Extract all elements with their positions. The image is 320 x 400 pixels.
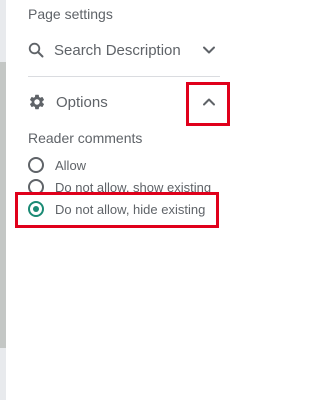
search-description-section[interactable]: Search Description (28, 37, 220, 63)
scrollbar-track[interactable] (0, 0, 6, 400)
divider (28, 76, 220, 77)
search-icon (28, 42, 44, 58)
search-description-label: Search Description (54, 41, 181, 59)
options-label: Options (56, 93, 108, 111)
chevron-down-icon[interactable] (202, 43, 216, 57)
radio-option-allow[interactable]: Allow (28, 155, 86, 175)
radio-button[interactable] (28, 157, 44, 173)
highlight-box-collapse-chevron (186, 82, 230, 126)
scrollbar-thumb[interactable] (0, 62, 6, 348)
reader-comments-title: Reader comments (28, 130, 143, 146)
gear-icon (29, 94, 45, 110)
page-title: Page settings (28, 6, 113, 22)
radio-label: Allow (55, 157, 87, 173)
highlight-box-selected-option (15, 192, 219, 228)
